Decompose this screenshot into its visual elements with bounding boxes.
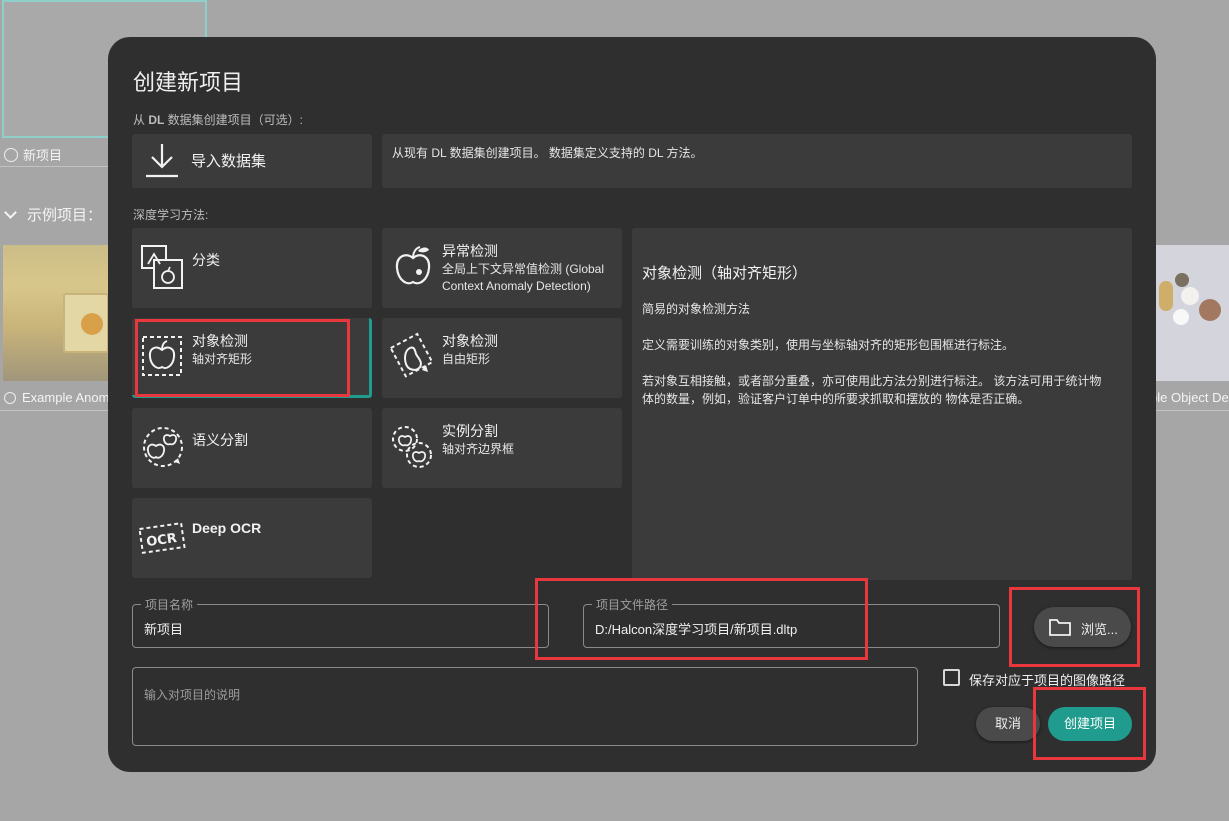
project-description-input[interactable]: 输入对项目的说明 [132,667,918,746]
field-value: 新项目 [144,622,184,637]
svg-text:OCR: OCR [145,531,177,550]
cancel-button[interactable]: 取消 [976,707,1040,741]
chevron-down-icon [4,206,17,219]
field-value: D:/Halcon深度学习项目/新项目.dltp [595,622,798,637]
method-subtitle: 轴对齐边界框 [442,442,515,456]
method-subtitle: 全局上下文异常值检测 (Global Context Anomaly Detec… [442,262,605,293]
methods-section-label: 深度学习方法: [133,208,209,222]
method-subtitle: 轴对齐矩形 [192,352,253,366]
import-description: 从现有 DL 数据集创建项目。 数据集定义支持的 DL 方法。 [382,134,1132,188]
example-caption-2: ple Object De [1150,390,1229,405]
description-text: 简易的对象检测方法 [642,302,751,316]
dataset-section-label: 从 DL 数据集创建项目（可选）: [133,113,304,127]
method-title: 实例分割 [442,423,498,439]
method-object-detection-free[interactable]: 对象检测 自由矩形 [382,318,622,398]
semantic-segmentation-icon [143,427,183,467]
example-caption-1: Example Anom [4,390,109,405]
method-title: Deep OCR [192,520,262,536]
field-label: 项目名称 [141,596,198,613]
method-title: 对象检测 [192,333,248,349]
field-label: 项目文件路径 [592,596,673,613]
divider [0,410,110,411]
project-name-field[interactable]: 项目名称 新项目 [132,596,549,648]
create-project-dialog: 创建新项目 从 DL 数据集创建项目（可选）: 导入数据集 从现有 DL 数据集… [108,37,1156,772]
import-dataset-label: 导入数据集 [191,153,267,170]
method-title: 对象检测 [442,333,498,349]
placeholder: 输入对项目的说明 [144,688,241,702]
method-description-panel: 对象检测（轴对齐矩形） 简易的对象检测方法 定义需要训练的对象类别，使用与坐标轴… [632,228,1132,580]
method-title: 异常检测 [442,243,498,259]
method-anomaly-detection[interactable]: 异常检测 全局上下文异常值检测 (Global Context Anomaly … [382,228,622,308]
save-image-paths-checkbox[interactable] [943,669,960,686]
method-classification[interactable]: 分类 [132,228,372,308]
new-project-caption[interactable]: 新项目 [4,145,62,164]
object-detection-axis-icon [142,336,182,376]
instance-segmentation-icon [392,426,432,468]
project-path-field[interactable]: 项目文件路径 D:/Halcon深度学习项目/新项目.dltp [583,596,1000,648]
method-semantic-segmentation[interactable]: 语义分割 [132,408,372,488]
method-title: 分类 [192,252,220,268]
examples-header[interactable]: 示例项目： [4,204,102,225]
description-heading: 对象检测（轴对齐矩形） [642,265,808,282]
method-deep-ocr[interactable]: OCR Deep OCR [132,498,372,578]
folder-icon [1049,619,1071,636]
object-detection-free-icon [389,332,434,378]
method-subtitle: 自由矩形 [442,352,491,366]
anomaly-apple-icon [395,246,431,285]
example-thumbnail-1[interactable] [3,245,109,381]
divider [1156,410,1229,411]
example-thumbnail-2[interactable] [1155,245,1229,381]
description-text: 若对象互相接触，或者部分重叠，亦可使用此方法分别进行标注。 该方法可用于统计物体… [642,374,1102,406]
description-text: 定义需要训练的对象类别，使用与坐标轴对齐的矩形包围框进行标注。 [642,338,1015,352]
classification-icon [141,245,183,289]
dialog-title: 创建新项目 [133,70,244,95]
method-title: 语义分割 [192,432,248,448]
create-project-button[interactable]: 创建项目 [1048,707,1132,741]
gear-icon [4,148,18,162]
browse-button[interactable]: 浏览... [1034,607,1131,647]
save-image-paths-label: 保存对应于项目的图像路径 [969,673,1126,688]
method-instance-segmentation[interactable]: 实例分割 轴对齐边界框 [382,408,622,488]
import-dataset-button[interactable]: 导入数据集 [132,134,372,188]
ocr-icon: OCR [138,522,186,554]
method-object-detection-axis-aligned[interactable]: 对象检测 轴对齐矩形 [132,318,372,398]
example-icon [4,392,16,404]
download-icon [146,144,178,178]
